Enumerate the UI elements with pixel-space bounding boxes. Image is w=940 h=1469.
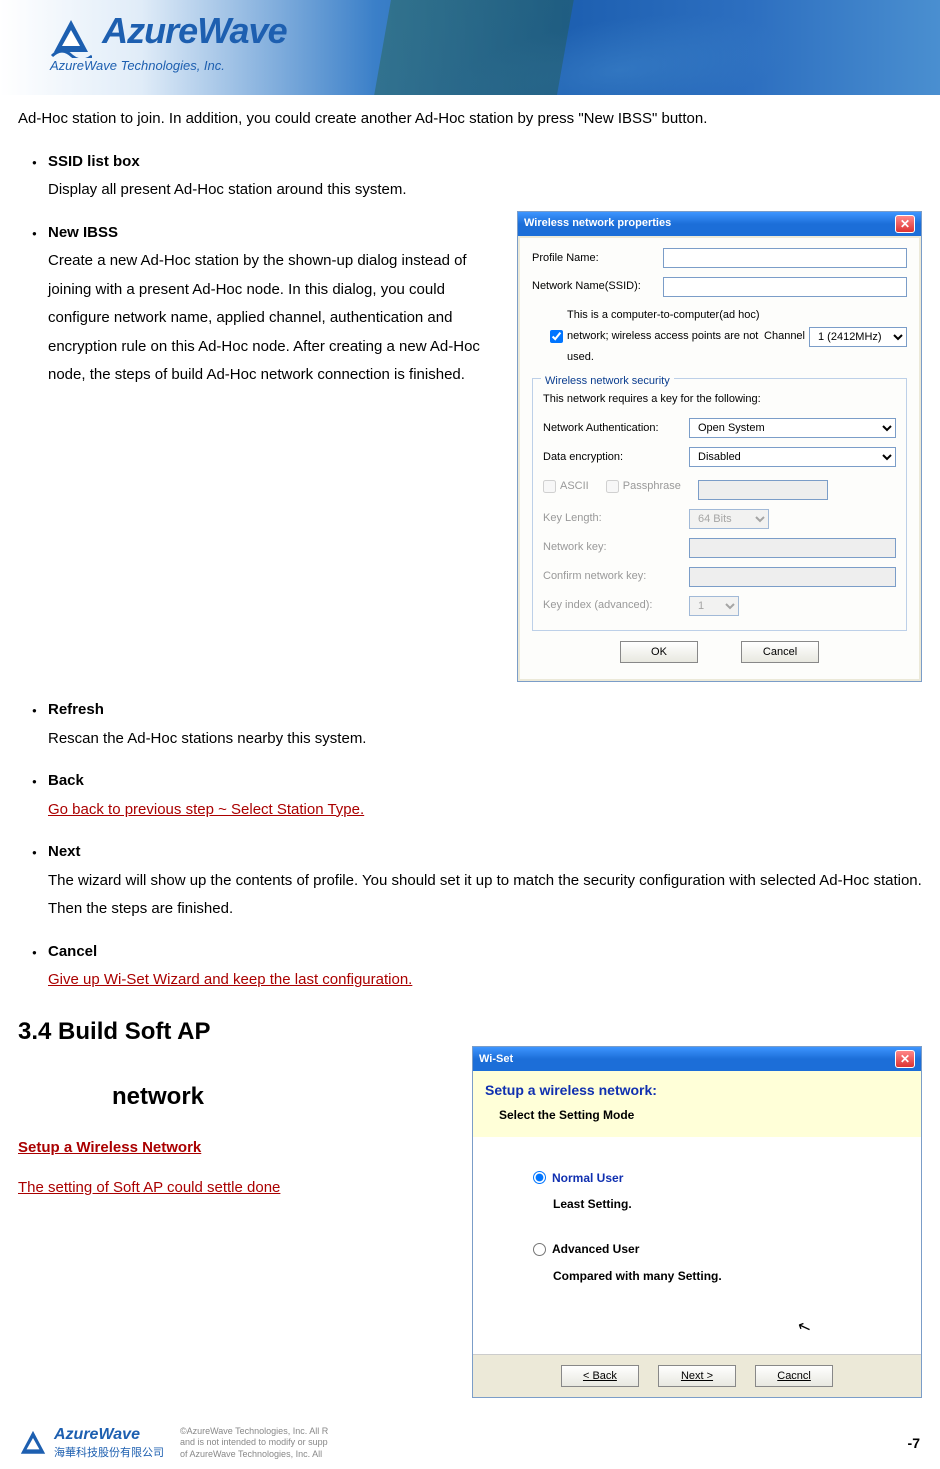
dialog-title: Wireless network properties bbox=[524, 213, 671, 234]
adhoc-checkbox[interactable] bbox=[550, 330, 563, 343]
advanced-user-label: Advanced User bbox=[552, 1238, 639, 1261]
cancel-button[interactable]: Cancel bbox=[741, 641, 819, 663]
dialog-titlebar: Wireless network properties ✕ bbox=[518, 212, 921, 236]
close-icon[interactable]: ✕ bbox=[895, 215, 915, 233]
enc-select[interactable]: Disabled bbox=[689, 447, 896, 467]
passphrase-checkbox bbox=[606, 480, 619, 493]
legal-line: of AzureWave Technologies, Inc. All bbox=[180, 1449, 328, 1461]
item-desc-link: Go back to previous step ~ Select Statio… bbox=[48, 796, 922, 825]
item-title: Back bbox=[48, 767, 922, 796]
confkey-label: Confirm network key: bbox=[543, 566, 683, 587]
item-refresh: Refresh Rescan the Ad-Hoc stations nearb… bbox=[48, 696, 922, 753]
wiset-dialog: Wi-Set ✕ Setup a wireless network: Selec… bbox=[472, 1046, 922, 1398]
section-34-subtitle: network bbox=[18, 1074, 298, 1120]
footer-legal: ©AzureWave Technologies, Inc. All R and … bbox=[180, 1426, 328, 1461]
logo-sub-text: AzureWave Technologies, Inc. bbox=[50, 58, 287, 73]
advanced-user-radio[interactable] bbox=[533, 1243, 546, 1256]
wiset-headline: Setup a wireless network: bbox=[485, 1077, 909, 1104]
keylen-label: Key Length: bbox=[543, 508, 683, 529]
security-note: This network requires a key for the foll… bbox=[543, 389, 896, 410]
legal-line: and is not intended to modify or supp bbox=[180, 1437, 328, 1449]
profile-name-input[interactable] bbox=[663, 248, 907, 268]
legal-line: ©AzureWave Technologies, Inc. All R bbox=[180, 1426, 328, 1438]
item-title: Cancel bbox=[48, 938, 922, 967]
document-content: Ad-Hoc station to join. In addition, you… bbox=[0, 95, 940, 1418]
section-title: Build Soft AP bbox=[58, 1018, 210, 1045]
confkey-input bbox=[689, 567, 896, 587]
adhoc-check-label: This is a computer-to-computer(ad hoc) n… bbox=[567, 305, 760, 368]
cursor-icon: ↖ bbox=[793, 1312, 816, 1345]
page-number: -7 bbox=[908, 1435, 920, 1451]
footer-logo-cn: 海華科技股份有限公司 bbox=[54, 1444, 164, 1460]
ssid-input[interactable] bbox=[663, 277, 907, 297]
auth-label: Network Authentication: bbox=[543, 418, 683, 439]
ok-button[interactable]: OK bbox=[620, 641, 698, 663]
item-title: SSID list box bbox=[48, 148, 922, 177]
normal-user-desc: Least Setting. bbox=[533, 1193, 881, 1216]
profile-name-label: Profile Name: bbox=[532, 248, 657, 269]
advanced-user-desc: Compared with many Setting. bbox=[533, 1265, 881, 1288]
item-desc: The wizard will show up the contents of … bbox=[48, 867, 922, 924]
footer-logo-text: AzureWave bbox=[54, 1426, 140, 1443]
keylen-select: 64 Bits bbox=[689, 509, 769, 529]
section-number: 3.4 bbox=[18, 1018, 51, 1045]
passphrase-input bbox=[698, 480, 828, 500]
item-next: Next The wizard will show up the content… bbox=[48, 838, 922, 924]
intro-paragraph: Ad-Hoc station to join. In addition, you… bbox=[18, 105, 922, 134]
enc-label: Data encryption: bbox=[543, 447, 683, 468]
ssid-label: Network Name(SSID): bbox=[532, 276, 657, 297]
wiset-titlebar: Wi-Set ✕ bbox=[473, 1047, 921, 1071]
azurewave-logo-icon bbox=[18, 1428, 48, 1458]
passphrase-label: Passphrase bbox=[623, 476, 681, 497]
bullet-list: SSID list box Display all present Ad-Hoc… bbox=[18, 148, 922, 995]
auth-select[interactable]: Open System bbox=[689, 418, 896, 438]
item-desc: Create a new Ad-Hoc station by the shown… bbox=[48, 247, 488, 390]
item-title: Refresh bbox=[48, 696, 922, 725]
logo-main-text: AzureWave bbox=[102, 10, 286, 51]
security-group-title: Wireless network security bbox=[541, 371, 674, 392]
item-desc-link: Give up Wi-Set Wizard and keep the last … bbox=[48, 966, 922, 995]
page-footer: AzureWave 海華科技股份有限公司 ©AzureWave Technolo… bbox=[0, 1418, 940, 1469]
netkey-label: Network key: bbox=[543, 537, 683, 558]
item-ssid: SSID list box Display all present Ad-Hoc… bbox=[48, 148, 922, 205]
ascii-label: ASCII bbox=[560, 476, 589, 497]
item-desc: Display all present Ad-Hoc station aroun… bbox=[48, 176, 922, 205]
footer-logo: AzureWave 海華科技股份有限公司 bbox=[18, 1426, 164, 1460]
item-desc: Rescan the Ad-Hoc stations nearby this s… bbox=[48, 725, 922, 754]
keyidx-label: Key index (advanced): bbox=[543, 595, 683, 616]
item-new-ibss: Wireless network properties ✕ Profile Na… bbox=[48, 219, 922, 683]
wireless-properties-dialog: Wireless network properties ✕ Profile Na… bbox=[517, 211, 922, 683]
wiset-title: Wi-Set bbox=[479, 1049, 513, 1070]
item-back: Back Go back to previous step ~ Select S… bbox=[48, 767, 922, 824]
ascii-checkbox bbox=[543, 480, 556, 493]
security-group: Wireless network security This network r… bbox=[532, 378, 907, 631]
normal-user-label: Normal User bbox=[552, 1167, 623, 1190]
back-button[interactable]: < Back bbox=[561, 1365, 639, 1387]
netkey-input bbox=[689, 538, 896, 558]
keyidx-select: 1 bbox=[689, 596, 739, 616]
channel-select[interactable]: 1 (2412MHz) bbox=[809, 327, 907, 347]
item-title: Next bbox=[48, 838, 922, 867]
header-banner: AzureWave AzureWave Technologies, Inc. bbox=[0, 0, 940, 95]
item-cancel: Cancel Give up Wi-Set Wizard and keep th… bbox=[48, 938, 922, 995]
close-icon[interactable]: ✕ bbox=[895, 1050, 915, 1068]
azurewave-logo-icon bbox=[50, 16, 92, 62]
cancel-button[interactable]: Cacncl bbox=[755, 1365, 833, 1387]
header-logo: AzureWave AzureWave Technologies, Inc. bbox=[50, 10, 287, 73]
next-button[interactable]: Next > bbox=[658, 1365, 736, 1387]
channel-label: Channel bbox=[764, 326, 805, 347]
setup-wireless-heading: Setup a Wireless Network bbox=[18, 1134, 201, 1163]
normal-user-radio[interactable] bbox=[533, 1171, 546, 1184]
wiset-subheadline: Select the Setting Mode bbox=[485, 1104, 909, 1127]
